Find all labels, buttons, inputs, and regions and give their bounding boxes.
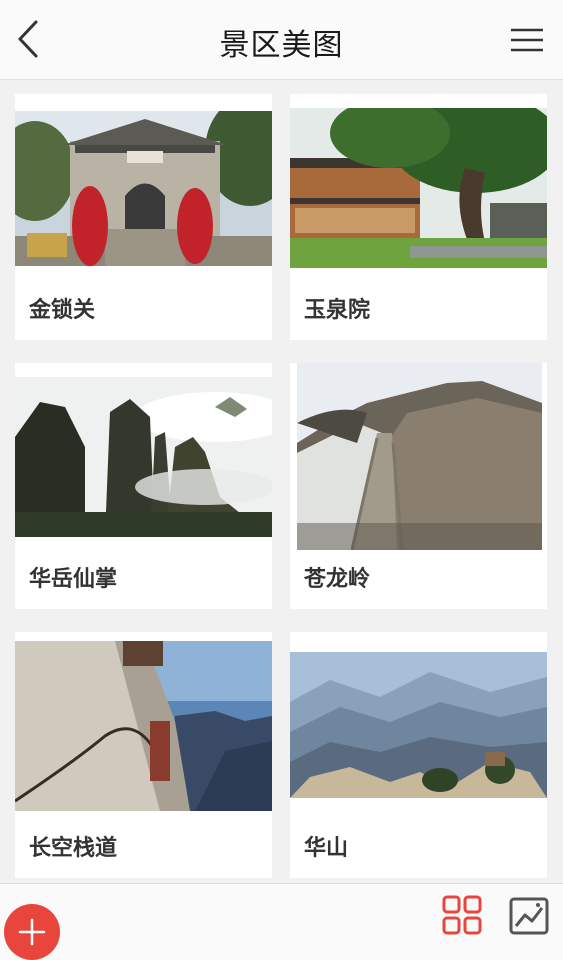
gallery-card-image (15, 377, 272, 537)
grid-view-icon (442, 895, 482, 935)
top-nav-bar: 景区美图 (0, 0, 563, 80)
gallery-card-image (15, 111, 272, 266)
hamburger-menu-icon (511, 28, 543, 52)
gallery-button[interactable] (508, 896, 550, 936)
image-gallery-icon (509, 897, 549, 935)
gallery-card-image (290, 108, 547, 268)
gallery-card[interactable]: 华岳仙掌 (15, 363, 272, 609)
gallery-card[interactable]: 金锁关 (15, 94, 272, 340)
add-button[interactable] (4, 904, 60, 960)
gallery-card-image (15, 641, 272, 811)
gallery-card-label: 华岳仙掌 (29, 567, 118, 592)
gallery-card-image (297, 363, 542, 550)
gallery-card-label: 苍龙岭 (304, 567, 371, 592)
gallery-card[interactable]: 玉泉院 (290, 94, 547, 340)
gallery-card-label: 金锁关 (29, 298, 96, 323)
page-title: 景区美图 (219, 28, 344, 63)
gallery-card-image (290, 652, 547, 798)
gallery-card[interactable]: 长空栈道 (15, 632, 272, 878)
gallery-card[interactable]: 苍龙岭 (290, 363, 547, 609)
bottom-toolbar (0, 883, 563, 960)
menu-button[interactable] (509, 22, 545, 58)
scenic-photo-grid: 金锁关 玉泉院 华岳仙掌 苍龙岭 长空栈道 华山 (0, 80, 563, 883)
gallery-card[interactable]: 华山 (290, 632, 547, 878)
grid-view-button[interactable] (441, 894, 483, 936)
plus-icon (18, 918, 46, 946)
gallery-card-label: 华山 (304, 836, 349, 861)
gallery-card-label: 玉泉院 (304, 298, 371, 323)
gallery-card-label: 长空栈道 (29, 836, 118, 861)
